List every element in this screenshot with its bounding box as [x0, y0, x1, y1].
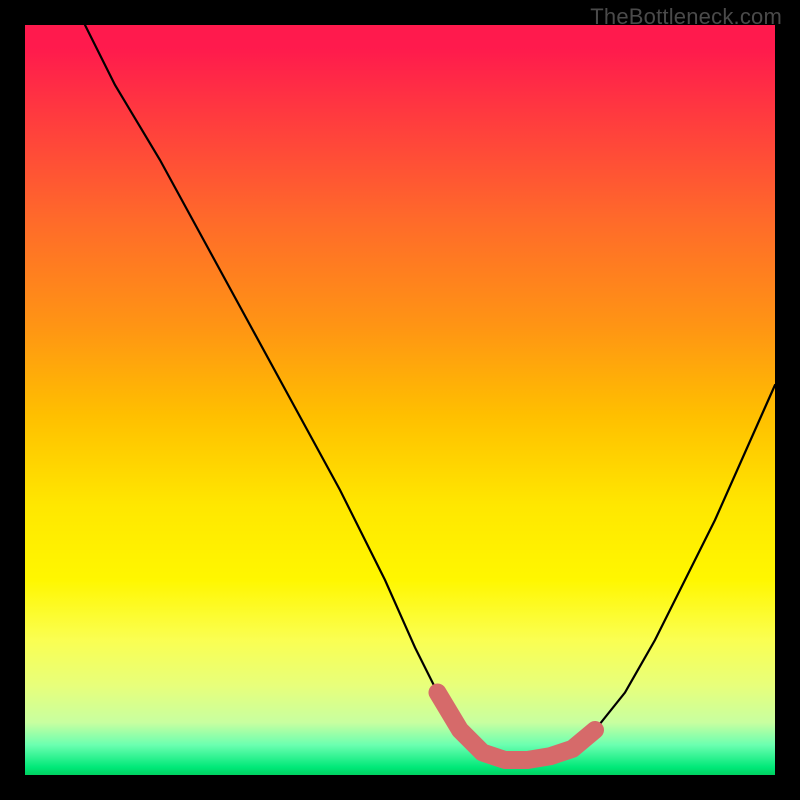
chart-frame: TheBottleneck.com	[0, 0, 800, 800]
chart-curve-layer	[25, 25, 775, 775]
watermark-text: TheBottleneck.com	[590, 4, 782, 30]
bottleneck-curve-highlight	[438, 693, 596, 761]
bottleneck-curve	[85, 25, 775, 760]
chart-gradient-background	[25, 25, 775, 775]
